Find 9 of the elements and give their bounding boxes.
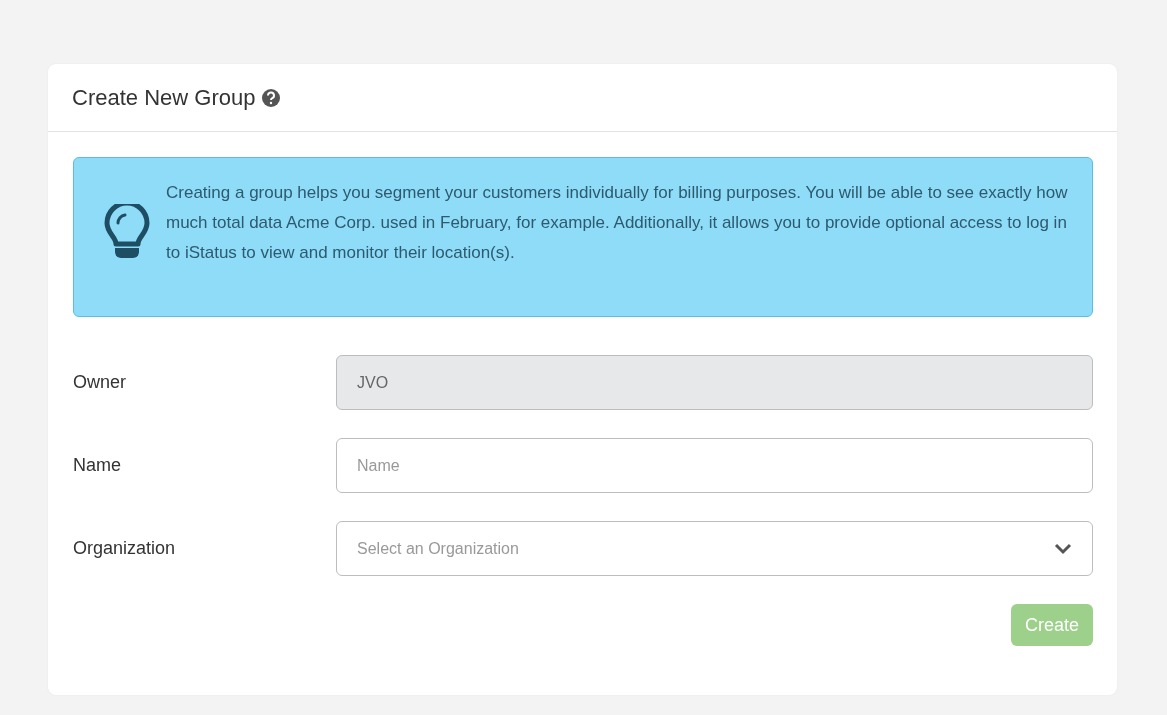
text-field[interactable]: Name — [336, 438, 1093, 493]
chevron-down-icon — [1054, 542, 1072, 555]
field-label: Owner — [73, 372, 127, 393]
field-label: Organization — [73, 538, 177, 559]
field-label: Name — [73, 455, 122, 476]
card-title: Create New Group — [72, 84, 256, 111]
help-icon[interactable] — [261, 87, 282, 108]
info-text: Creating a group helps you segment your customers individually for billing purposes. You will be able to see exactly how much total data Acme Corp. used in February, for example. Additionally, it allows you to provide optional access to log in to iStatus to view and monitor their location(s). — [166, 182, 1069, 264]
select-field[interactable]: Select an Organization — [336, 521, 1093, 576]
